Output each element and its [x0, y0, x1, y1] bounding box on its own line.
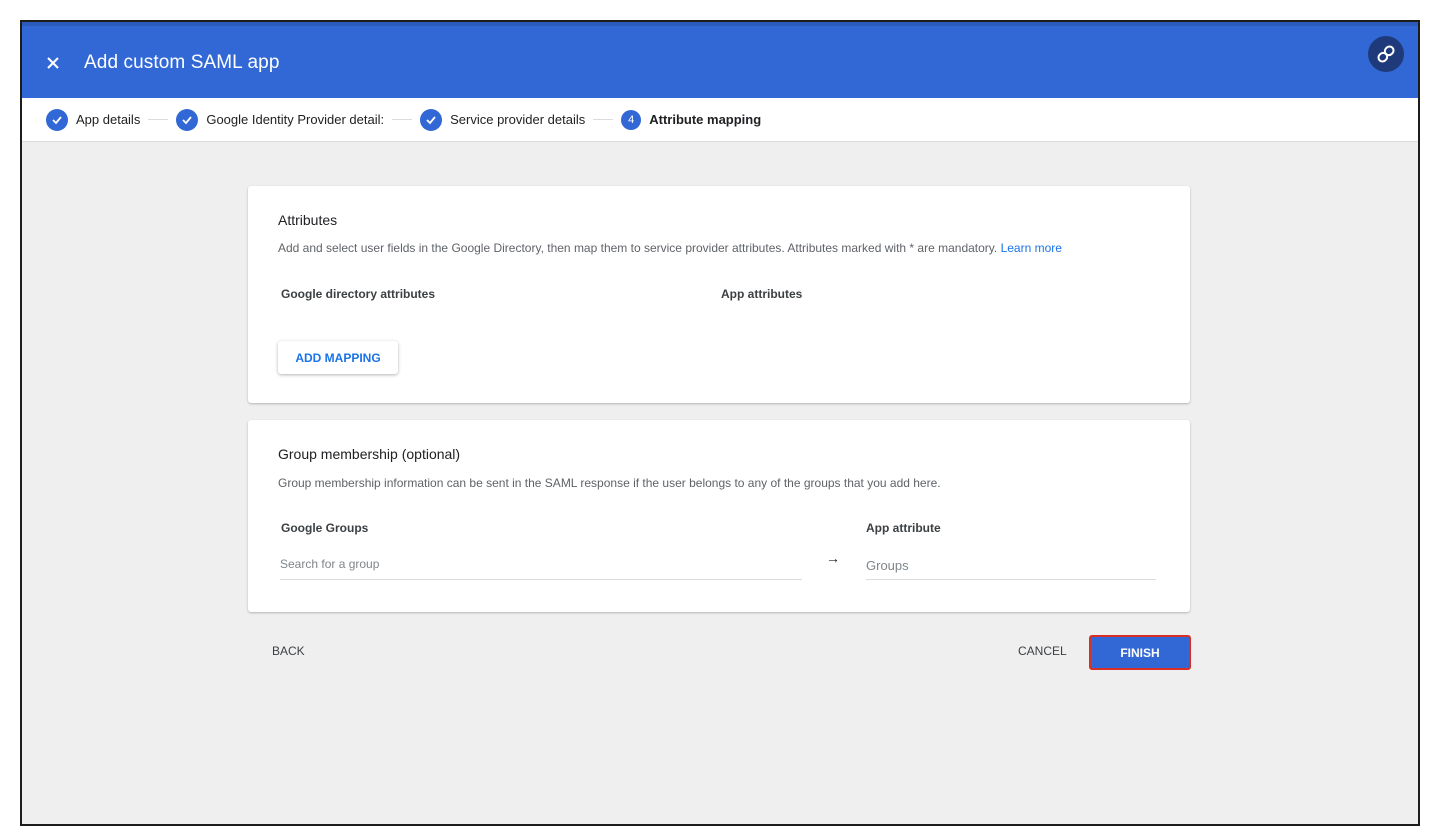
attributes-title: Attributes	[278, 212, 338, 228]
attributes-card: Attributes Add and select user fields in…	[248, 186, 1190, 403]
close-icon[interactable]	[40, 50, 66, 76]
step-label: Service provider details	[450, 112, 586, 127]
page-title: Add custom SAML app	[84, 52, 280, 73]
back-button[interactable]: BACK	[272, 644, 305, 658]
col-header-google-groups: Google Groups	[281, 521, 369, 535]
arrow-right-icon: →	[826, 550, 840, 566]
col-header-app-attributes: App attributes	[721, 287, 803, 301]
step-divider	[392, 119, 413, 120]
step-attribute-mapping[interactable]: 4 Attribute mapping	[621, 109, 762, 130]
finish-button[interactable]: FINISH	[1089, 635, 1191, 670]
app-attribute-field[interactable]	[866, 552, 1156, 580]
step-label: Google Identity Provider detail:	[206, 112, 385, 127]
learn-more-link[interactable]: Learn more	[1001, 241, 1062, 255]
col-header-directory-attributes: Google directory attributes	[281, 287, 436, 301]
step-label: App details	[76, 112, 141, 127]
group-membership-description: Group membership information can be sent…	[278, 476, 941, 490]
step-idp-details[interactable]: Google Identity Provider detail:	[176, 108, 385, 131]
step-service-provider-details[interactable]: Service provider details	[420, 108, 586, 131]
header-bar: Add custom SAML app	[22, 22, 1418, 98]
link-icon[interactable]	[1368, 36, 1404, 72]
col-header-app-attribute: App attribute	[866, 521, 941, 535]
check-icon	[46, 108, 68, 131]
step-number-badge: 4	[621, 109, 642, 130]
group-membership-card: Group membership (optional) Group member…	[248, 420, 1190, 612]
group-search-input[interactable]	[280, 548, 802, 580]
app-frame: Add custom SAML app App details Google I…	[20, 20, 1420, 826]
attributes-description-text: Add and select user fields in the Google…	[278, 241, 998, 255]
step-label: Attribute mapping	[649, 112, 762, 127]
step-divider	[593, 119, 614, 120]
attributes-description: Add and select user fields in the Google…	[278, 241, 1062, 255]
check-icon	[420, 108, 443, 131]
stepper: App details Google Identity Provider det…	[22, 98, 1418, 142]
group-membership-title: Group membership (optional)	[278, 446, 461, 462]
add-mapping-button[interactable]: ADD MAPPING	[278, 341, 398, 374]
cancel-button[interactable]: CANCEL	[1018, 644, 1067, 658]
step-app-details[interactable]: App details	[46, 108, 141, 131]
header-strip	[22, 22, 1418, 26]
check-icon	[176, 108, 199, 131]
step-divider	[148, 119, 169, 120]
